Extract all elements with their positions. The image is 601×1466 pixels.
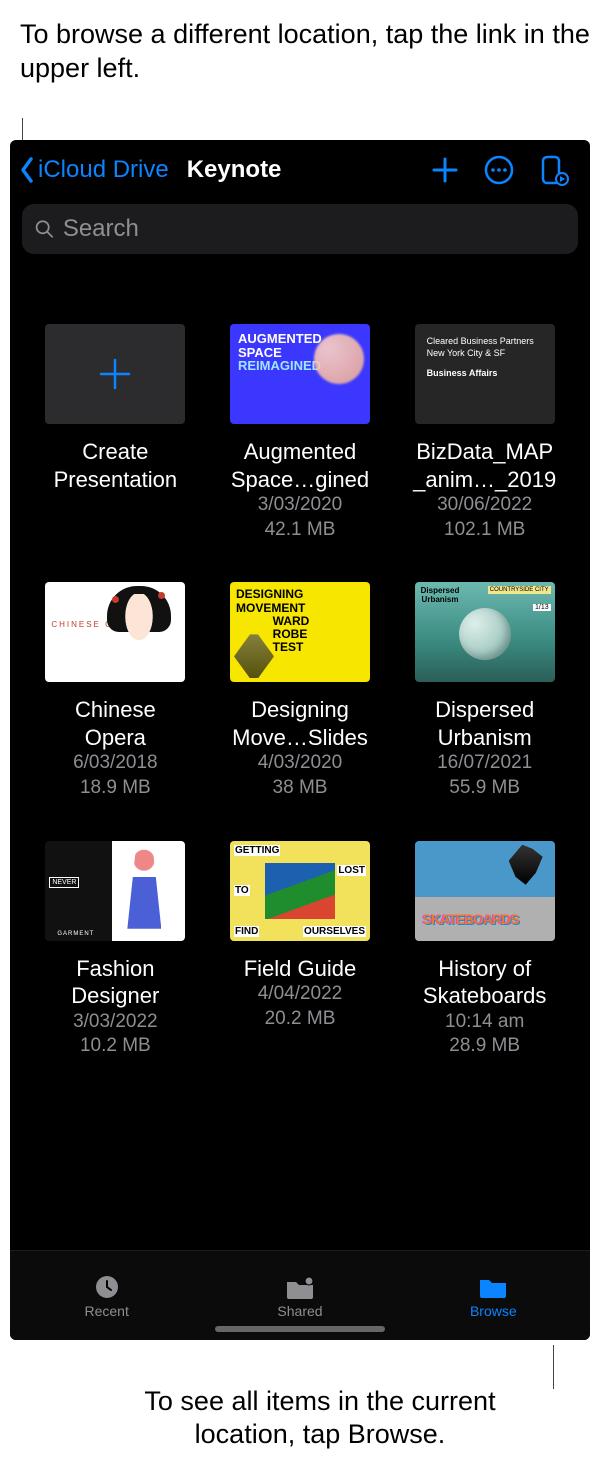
chevron-left-icon	[16, 155, 38, 185]
present-button[interactable]	[528, 150, 578, 190]
callout-bottom-text: To see all items in the current location…	[144, 1386, 495, 1450]
file-size: 55.9 MB	[449, 776, 520, 801]
file-thumbnail: Dispersed Urbanism COUNTRYSIDE CITY 1/13	[415, 582, 555, 682]
file-thumbnail: Cleared Business Partners New York City …	[415, 324, 555, 424]
folder-icon	[477, 1273, 509, 1301]
plus-icon	[95, 354, 135, 394]
file-thumbnail: SKATEBOARDS	[415, 841, 555, 941]
file-size: 28.9 MB	[449, 1034, 520, 1059]
file-size: 38 MB	[273, 776, 328, 801]
nav-bar: iCloud Drive Keynote	[10, 140, 590, 198]
file-item[interactable]: Cleared Business Partners New York City …	[399, 324, 570, 542]
back-button[interactable]: iCloud Drive	[16, 155, 169, 185]
file-date: 4/04/2022	[258, 982, 343, 1007]
file-name: BizData_MAP	[416, 438, 553, 466]
file-name: Urbanism	[438, 724, 532, 752]
file-name: Field Guide	[244, 955, 357, 983]
file-size: 18.9 MB	[80, 776, 151, 801]
file-thumbnail: NEVER GARMENT	[45, 841, 185, 941]
home-indicator[interactable]	[215, 1326, 385, 1332]
create-label-2: Presentation	[54, 466, 178, 494]
file-name: Opera	[85, 724, 146, 752]
file-date: 3/03/2022	[73, 1010, 158, 1035]
file-thumbnail: AUGMENTED SPACE REIMAGINED	[230, 324, 370, 424]
plus-icon	[429, 154, 461, 186]
file-size: 102.1 MB	[444, 518, 525, 543]
file-size: 20.2 MB	[265, 1007, 336, 1032]
file-name: Designing	[251, 696, 349, 724]
tab-label: Browse	[470, 1303, 517, 1319]
file-thumbnail: DESIGNING MOVEMENT WARD ROBE TEST	[230, 582, 370, 682]
create-thumb	[45, 324, 185, 424]
file-item[interactable]: SKATEBOARDS History of Skateboards 10:14…	[399, 841, 570, 1059]
file-name: Augmented	[244, 438, 357, 466]
callout-line	[553, 1345, 554, 1389]
file-item[interactable]: NEVER GARMENT Fashion Designer 3/03/2022…	[30, 841, 201, 1059]
search-icon	[34, 218, 55, 240]
file-date: 16/07/2021	[437, 751, 532, 776]
file-item[interactable]: CHINESE OPERA Chinese Opera 6/03/2018 18…	[30, 582, 201, 800]
file-name: History of	[438, 955, 531, 983]
file-date: 6/03/2018	[73, 751, 158, 776]
file-item[interactable]: GETTING LOST TO FIND OURSELVES Field Gui…	[215, 841, 386, 1059]
file-name: Dispersed	[435, 696, 534, 724]
search-field[interactable]	[22, 204, 578, 254]
file-name: Move…Slides	[232, 724, 368, 752]
file-name: Skateboards	[423, 982, 547, 1010]
file-date: 10:14 am	[445, 1010, 524, 1035]
file-name: Chinese	[75, 696, 156, 724]
file-thumbnail: CHINESE OPERA	[45, 582, 185, 682]
page-title: Keynote	[187, 156, 282, 184]
back-label: iCloud Drive	[38, 156, 169, 184]
create-presentation-button[interactable]: Create Presentation	[30, 324, 201, 542]
tab-label: Recent	[84, 1303, 128, 1319]
more-button[interactable]	[474, 150, 524, 190]
add-button[interactable]	[420, 150, 470, 190]
tab-recent[interactable]: Recent	[10, 1251, 203, 1340]
file-thumbnail: GETTING LOST TO FIND OURSELVES	[230, 841, 370, 941]
file-size: 42.1 MB	[265, 518, 336, 543]
file-item[interactable]: DESIGNING MOVEMENT WARD ROBE TEST Design…	[215, 582, 386, 800]
file-item[interactable]: Dispersed Urbanism COUNTRYSIDE CITY 1/13…	[399, 582, 570, 800]
device-play-icon	[537, 154, 569, 186]
file-name: _anim…_2019	[413, 466, 556, 494]
file-date: 30/06/2022	[437, 493, 532, 518]
tab-bar: Recent Shared Browse	[10, 1250, 590, 1340]
clock-icon	[91, 1273, 123, 1301]
tab-browse[interactable]: Browse	[397, 1251, 590, 1340]
file-size: 10.2 MB	[80, 1034, 151, 1059]
file-name: Space…gined	[231, 466, 369, 494]
callout-top-text: To browse a different location, tap the …	[20, 19, 590, 83]
file-grid: Create Presentation AUGMENTED SPACE REIM…	[10, 264, 590, 1250]
file-item[interactable]: AUGMENTED SPACE REIMAGINED Augmented Spa…	[215, 324, 386, 542]
callout-top: To browse a different location, tap the …	[20, 18, 601, 86]
search-input[interactable]	[63, 215, 566, 243]
file-date: 3/03/2020	[258, 493, 343, 518]
folder-person-icon	[284, 1273, 316, 1301]
tab-label: Shared	[277, 1303, 322, 1319]
file-date: 4/03/2020	[258, 751, 343, 776]
ellipsis-circle-icon	[483, 154, 515, 186]
device-screen: iCloud Drive Keynote Create Presentation	[10, 140, 590, 1340]
create-label-1: Create	[82, 438, 148, 466]
callout-bottom: To see all items in the current location…	[100, 1385, 540, 1453]
file-name: Designer	[71, 982, 159, 1010]
file-name: Fashion	[76, 955, 154, 983]
